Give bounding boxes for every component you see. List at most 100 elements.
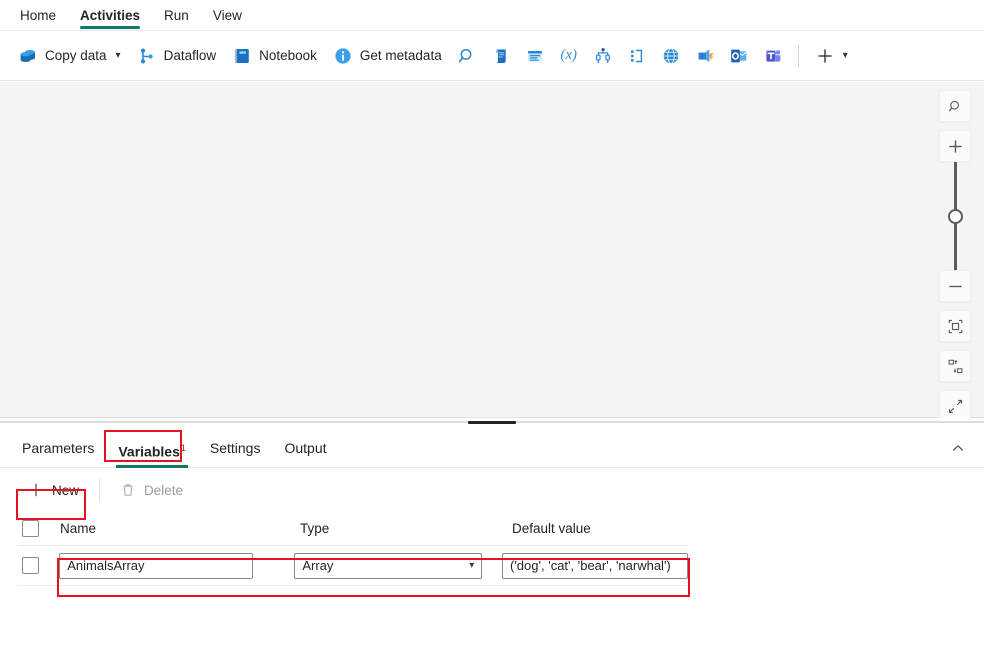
column-header-default-value: Default value (512, 521, 688, 536)
outlook-button[interactable] (722, 39, 756, 73)
tab-label: Parameters (22, 440, 94, 456)
new-variable-button[interactable]: New (18, 475, 89, 505)
variable-name-input[interactable]: AnimalsArray (59, 553, 253, 579)
pane-tabstrip: Parameters Variables1 Settings Output (0, 426, 984, 468)
azure-function-button[interactable] (688, 39, 722, 73)
notebook-button[interactable]: Notebook (224, 39, 325, 73)
copy-data-icon (18, 46, 38, 66)
variable-type-cell: Array ▾ (294, 553, 502, 579)
select-all-cell (18, 520, 60, 537)
delete-variable-button[interactable]: Delete (110, 475, 193, 505)
zoom-search-icon[interactable] (939, 90, 971, 122)
properties-pane: Parameters Variables1 Settings Output (0, 426, 984, 658)
delete-variable-label: Delete (144, 483, 183, 498)
script-scroll-icon (491, 46, 511, 66)
variable-name-cell: AnimalsArray (59, 553, 294, 579)
splitter-drag-handle[interactable] (468, 421, 516, 424)
notebook-icon (232, 46, 252, 66)
pipeline-canvas[interactable] (0, 82, 984, 418)
foreach-button[interactable] (620, 39, 654, 73)
plus-icon (815, 46, 835, 66)
chevron-down-icon[interactable]: ▾ (843, 50, 848, 61)
column-label: Name (60, 521, 96, 536)
teams-icon (763, 46, 783, 66)
menu-item-activities[interactable]: Activities (68, 0, 152, 31)
switch-button[interactable] (586, 39, 620, 73)
variable-default-value-cell: ('dog', 'cat', 'bear', 'narwhal') (502, 553, 688, 579)
get-metadata-label: Get metadata (360, 48, 442, 63)
auto-layout-icon[interactable] (939, 350, 971, 382)
tab-label: Settings (210, 440, 261, 456)
set-variable-glyph: (x) (560, 47, 577, 64)
tab-variables[interactable]: Variables1 (106, 426, 198, 468)
foreach-icon (627, 46, 647, 66)
stored-procedure-button[interactable] (518, 39, 552, 73)
dataflow-button[interactable]: Dataflow (129, 39, 225, 73)
table-header-row: Name Type Default value (18, 512, 688, 546)
row-checkbox[interactable] (22, 557, 39, 574)
tab-label: Variables (118, 443, 180, 459)
outlook-icon (729, 46, 749, 66)
get-metadata-button[interactable]: Get metadata (325, 39, 450, 73)
dataflow-icon (137, 46, 157, 66)
variable-default-value: ('dog', 'cat', 'bear', 'narwhal') (510, 558, 671, 573)
toolbar-separator (798, 45, 799, 67)
stored-procedure-icon (525, 46, 545, 66)
zoom-slider[interactable] (939, 162, 971, 270)
zoom-slider-thumb[interactable] (948, 209, 963, 224)
row-select-cell (18, 557, 59, 574)
tab-badge-count: 1 (181, 443, 186, 453)
variable-name-value: AnimalsArray (67, 558, 144, 573)
copy-data-button[interactable]: Copy data ▾ (10, 39, 129, 73)
tab-parameters[interactable]: Parameters (10, 426, 106, 468)
collapse-pane-button[interactable] (944, 434, 972, 462)
column-label: Default value (512, 521, 591, 536)
canvas-zoom-controls (939, 90, 971, 422)
menu-item-view[interactable]: View (201, 0, 254, 31)
web-button[interactable] (654, 39, 688, 73)
table-row: AnimalsArray Array ▾ ('dog', 'cat', 'bea… (18, 546, 688, 586)
variable-default-value-input[interactable]: ('dog', 'cat', 'bear', 'narwhal') (502, 553, 688, 579)
variable-type-select[interactable]: Array ▾ (294, 553, 482, 579)
variables-table: Name Type Default value AnimalsArray Arr… (18, 512, 688, 586)
column-header-type: Type (300, 521, 512, 536)
chevron-down-icon[interactable]: ▾ (116, 50, 121, 61)
menu-item-label: View (213, 8, 242, 23)
lookup-button[interactable] (450, 39, 484, 73)
teams-button[interactable] (756, 39, 790, 73)
chevron-up-icon (951, 441, 965, 455)
menu-item-label: Activities (80, 8, 140, 23)
column-header-name: Name (60, 521, 300, 536)
script-button[interactable] (484, 39, 518, 73)
variables-command-bar: New Delete (0, 468, 984, 512)
column-label: Type (300, 521, 329, 536)
tab-output[interactable]: Output (272, 426, 338, 468)
select-all-checkbox[interactable] (22, 520, 39, 537)
menu-bar: Home Activities Run View (0, 0, 984, 31)
dataflow-label: Dataflow (164, 48, 217, 63)
get-metadata-info-icon (333, 46, 353, 66)
set-variable-fx-icon: (x) (559, 46, 579, 66)
zoom-in-icon[interactable] (939, 130, 971, 162)
tab-settings[interactable]: Settings (198, 426, 273, 468)
zoom-out-icon[interactable] (939, 270, 971, 302)
set-variable-button[interactable]: (x) (552, 39, 586, 73)
fit-to-screen-icon[interactable] (939, 310, 971, 342)
copy-data-label: Copy data (45, 48, 107, 63)
switch-icon (593, 46, 613, 66)
trash-icon (120, 482, 136, 498)
web-globe-icon (661, 46, 681, 66)
azure-function-icon (695, 46, 715, 66)
tab-label: Output (284, 440, 326, 456)
activities-toolbar: Copy data ▾ Dataflow (0, 31, 984, 81)
notebook-label: Notebook (259, 48, 317, 63)
chevron-down-icon: ▾ (469, 560, 474, 571)
menu-item-home[interactable]: Home (8, 0, 68, 31)
menu-item-run[interactable]: Run (152, 0, 201, 31)
add-activity-button[interactable]: ▾ (807, 39, 856, 73)
menu-item-label: Home (20, 8, 56, 23)
lookup-search-icon (457, 46, 477, 66)
menu-item-label: Run (164, 8, 189, 23)
variable-type-value: Array (302, 558, 333, 573)
command-separator (99, 479, 100, 501)
